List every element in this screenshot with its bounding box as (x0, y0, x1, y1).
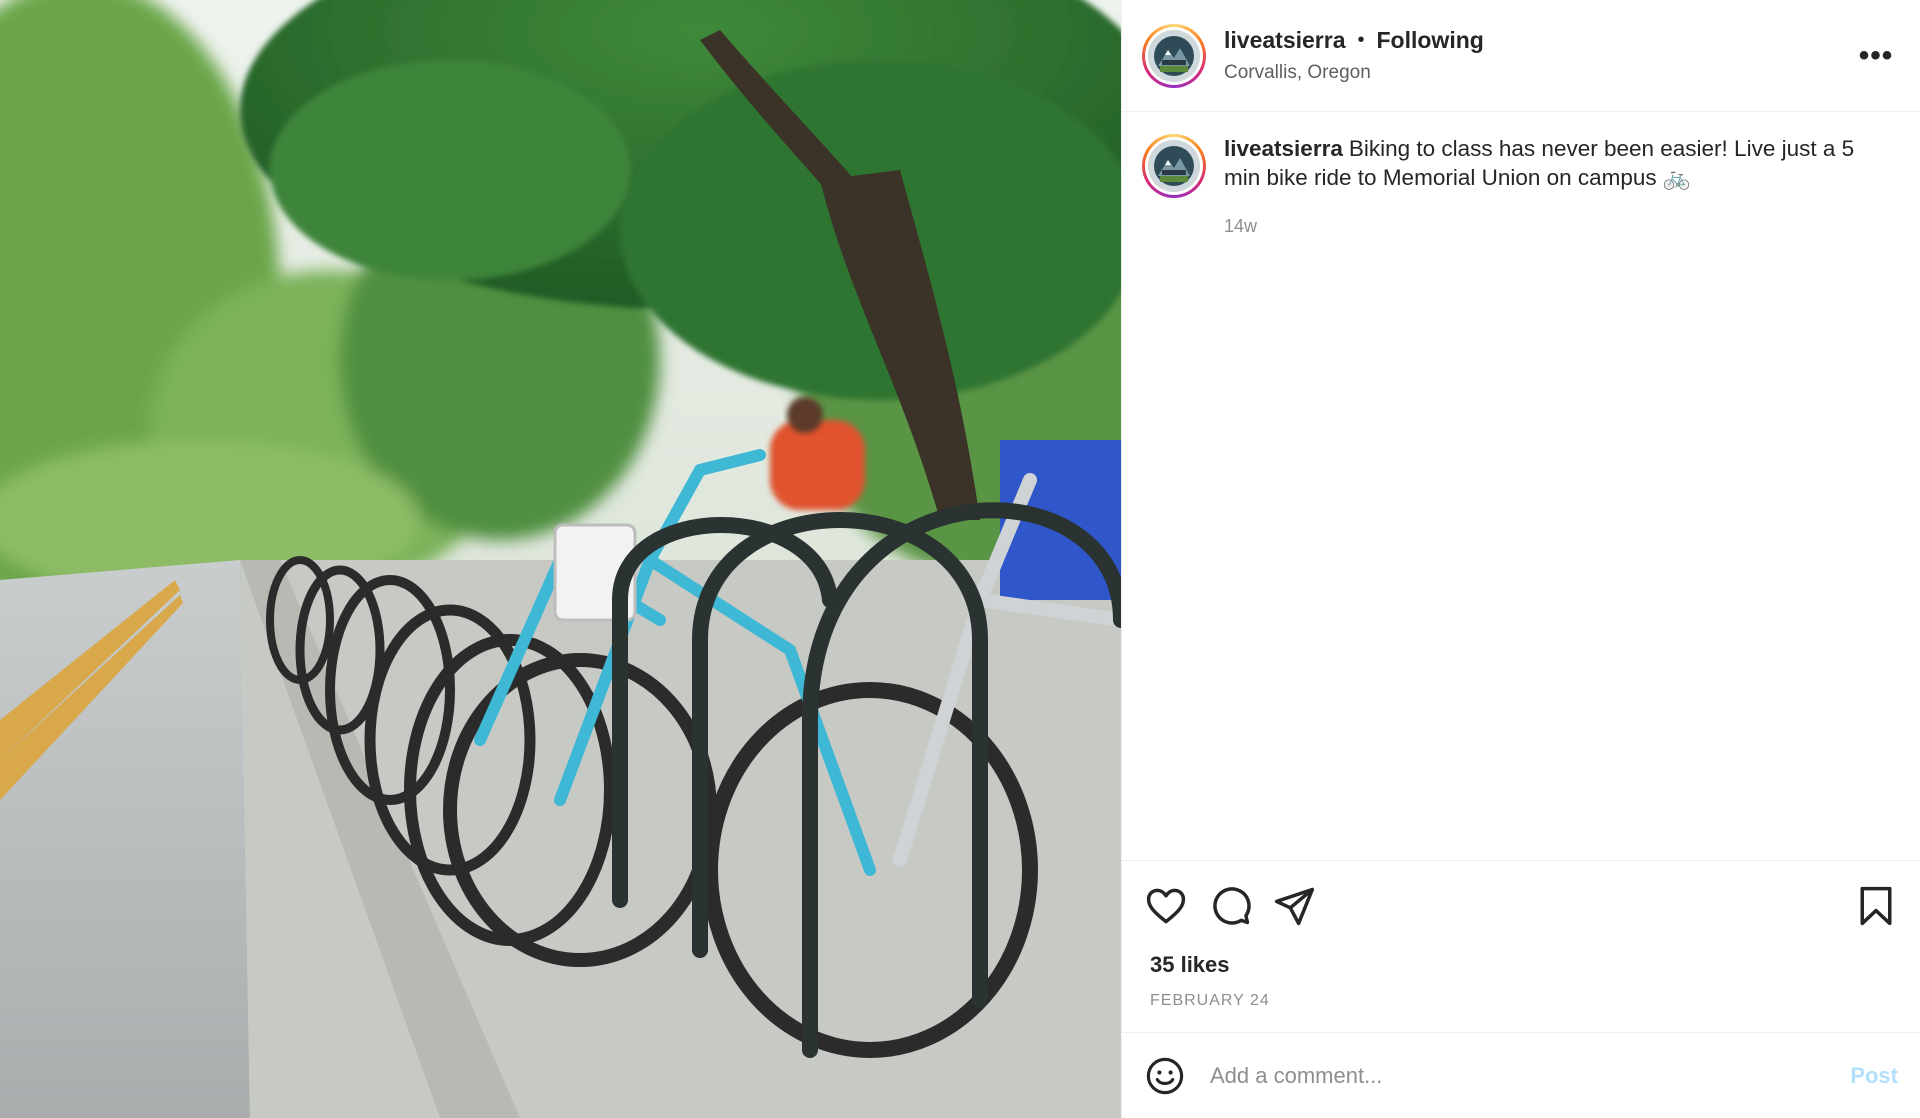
following-button[interactable]: Following (1377, 27, 1484, 54)
post-side-panel: liveatsierra • Following Corvallis, Oreg… (1121, 0, 1920, 1118)
sierra-logo-avatar-icon (1148, 29, 1200, 82)
caption-avatar-frame (1145, 137, 1203, 195)
story-ring[interactable] (1142, 23, 1206, 88)
username-link[interactable]: liveatsierra (1224, 27, 1345, 54)
post-header: liveatsierra • Following Corvallis, Oreg… (1122, 0, 1920, 112)
action-bar (1122, 860, 1920, 950)
bookmark-icon[interactable] (1854, 884, 1898, 928)
sierra-logo-avatar-icon (1148, 140, 1200, 192)
caption: liveatsierra Biking to class has never be… (1142, 134, 1896, 241)
post-comment-button[interactable]: Post (1850, 1063, 1898, 1089)
caption-username-link[interactable]: liveatsierra (1224, 136, 1343, 161)
comment-input[interactable] (1208, 1061, 1851, 1090)
header-name-line: liveatsierra • Following (1224, 27, 1856, 54)
share-icon[interactable] (1272, 884, 1316, 928)
likes-count[interactable]: 35 likes (1122, 952, 1920, 978)
location-link[interactable]: Corvallis, Oregon (1224, 62, 1856, 84)
comment-icon[interactable] (1208, 884, 1252, 928)
separator-dot: • (1357, 29, 1365, 51)
header-text: liveatsierra • Following Corvallis, Oreg… (1224, 27, 1856, 84)
emoji-icon[interactable] (1144, 1055, 1186, 1097)
heart-icon[interactable] (1144, 884, 1188, 928)
caption-timestamp[interactable]: 14w (1224, 212, 1896, 241)
post-date: FEBRUARY 24 (1150, 992, 1270, 1009)
caption-story-ring[interactable] (1142, 134, 1206, 198)
add-comment-bar: Post (1122, 1032, 1920, 1118)
bike-rack-photo (0, 0, 1121, 1118)
post-photo[interactable] (0, 0, 1121, 1118)
more-options-icon[interactable]: ••• (1856, 36, 1896, 76)
comments-section: liveatsierra Biking to class has never be… (1122, 112, 1920, 860)
instagram-post: liveatsierra • Following Corvallis, Oreg… (0, 0, 1920, 1118)
avatar-frame (1145, 26, 1203, 85)
caption-body: liveatsierra Biking to class has never be… (1224, 134, 1896, 241)
